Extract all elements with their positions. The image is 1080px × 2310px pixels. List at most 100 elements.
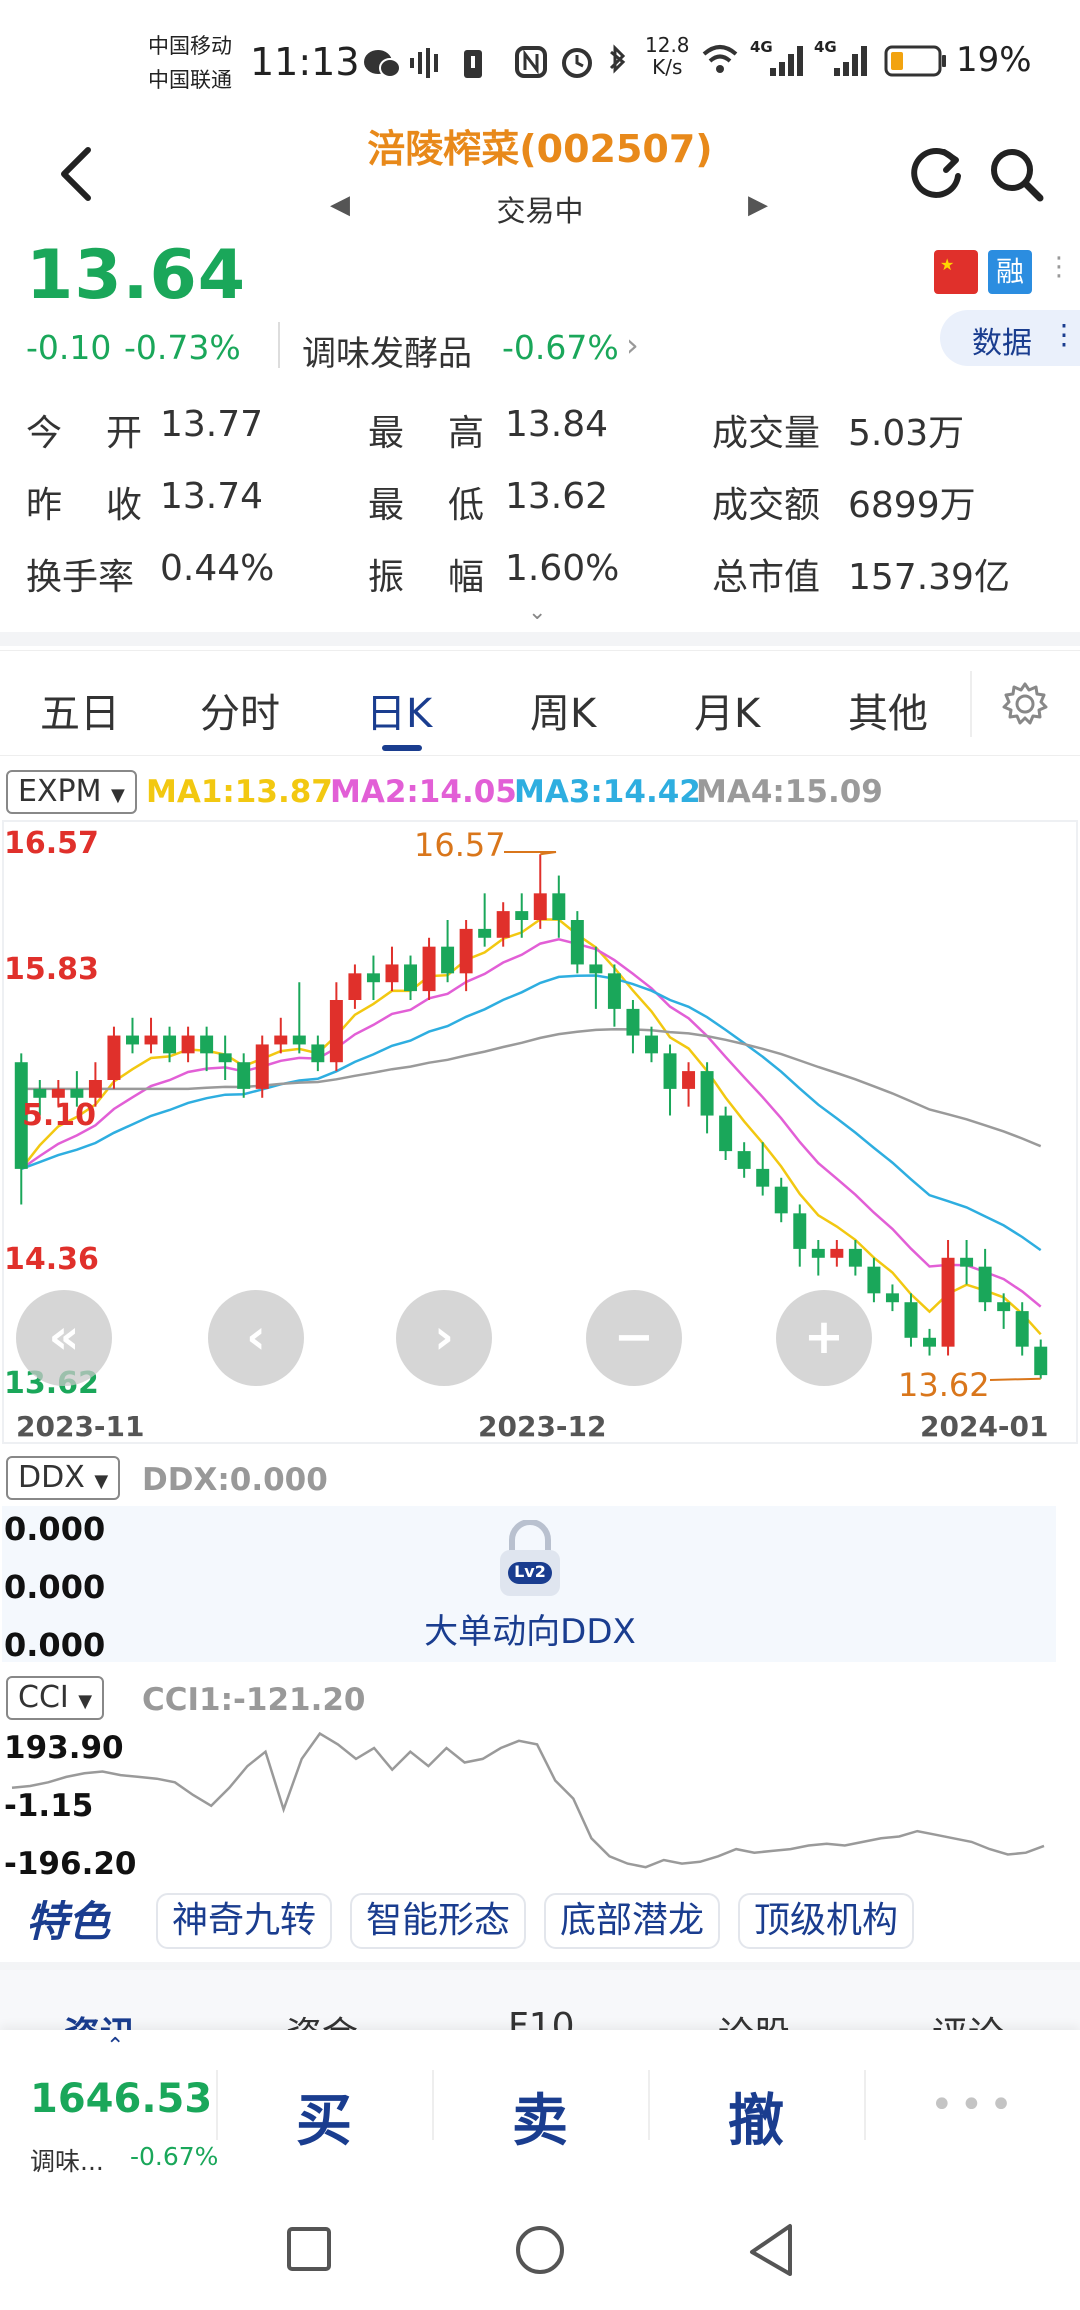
- cci-y-label-mid: -1.15: [4, 1788, 94, 1824]
- sell-button[interactable]: 卖: [512, 2076, 568, 2157]
- candle-body: [237, 1062, 251, 1089]
- candle-body: [607, 973, 621, 1009]
- feature-top-institution[interactable]: 顶级机构: [738, 1893, 915, 1949]
- current-price: 13.64: [26, 236, 247, 315]
- candle-body: [663, 1053, 677, 1089]
- ddx-locked-text[interactable]: 大单动向DDX: [0, 1604, 1060, 1653]
- candle-body: [793, 1213, 807, 1249]
- candle-body: [700, 1071, 714, 1116]
- x-axis-label-3: 2024-01: [920, 1410, 1049, 1443]
- cancel-order-button[interactable]: 撤: [728, 2076, 784, 2157]
- tab-daily-k[interactable]: 日K: [366, 681, 432, 739]
- candlestick-chart[interactable]: [0, 820, 1080, 1444]
- candle-body: [997, 1302, 1011, 1312]
- candle-body: [163, 1035, 177, 1054]
- settings-gear-icon[interactable]: [1002, 681, 1048, 727]
- scroll-right-button[interactable]: ›: [396, 1290, 492, 1386]
- candle-body: [478, 928, 492, 938]
- ma2-line: [20, 938, 1042, 1308]
- next-stock-arrow-icon[interactable]: ▶: [748, 190, 768, 220]
- home-icon[interactable]: [514, 2224, 566, 2276]
- candle-body: [811, 1248, 825, 1258]
- index-change-pct: -0.67%: [130, 2142, 219, 2171]
- stat-value: 13.74: [160, 476, 264, 517]
- stat-label: 最高: [368, 413, 529, 454]
- stat-label: 成交额: [712, 485, 821, 526]
- sector-name[interactable]: 调味发酵品: [302, 326, 472, 375]
- candle-body: [218, 1053, 232, 1063]
- tab-comments[interactable]: 评论: [932, 2006, 1004, 2030]
- stat-label: 最低: [368, 485, 529, 526]
- tab-monthly-k[interactable]: 月K: [694, 681, 760, 739]
- ddx-value: DDX:0.000: [142, 1462, 328, 1498]
- main-indicator-select[interactable]: EXPM ▼: [6, 770, 137, 814]
- candle-body: [125, 1035, 139, 1045]
- candle-body: [644, 1035, 658, 1054]
- search-icon[interactable]: [988, 146, 1046, 204]
- lock-level-badge: Lv2: [514, 1562, 546, 1581]
- tab-intraday[interactable]: 分时: [200, 681, 280, 739]
- stat-value: 5.03万: [848, 413, 965, 454]
- data-button[interactable]: 数据 ⋮: [940, 310, 1080, 366]
- index-name: 调味...: [30, 2147, 104, 2176]
- expand-chevron-icon[interactable]: ⌄: [528, 600, 546, 625]
- carrier-1: 中国移动: [148, 34, 232, 58]
- candle-body: [441, 946, 455, 974]
- scroll-left-button[interactable]: ‹: [208, 1290, 304, 1386]
- candle-body: [570, 920, 584, 965]
- tab-other[interactable]: 其他: [848, 681, 928, 739]
- zoom-in-button[interactable]: +: [776, 1290, 872, 1386]
- candle-body: [459, 928, 473, 974]
- feature-smart-pattern[interactable]: 智能形态: [350, 1893, 527, 1949]
- candle-body: [774, 1186, 788, 1214]
- candle-body: [533, 893, 547, 920]
- feature-bottom-dragon[interactable]: 底部潜龙: [544, 1893, 721, 1949]
- tab-discussion[interactable]: 论股: [718, 2006, 790, 2030]
- stat-value: 13.77: [160, 404, 264, 445]
- stat-value: 1.60%: [505, 548, 620, 589]
- fast-rewind-button[interactable]: «: [16, 1290, 112, 1386]
- candle-body: [830, 1248, 844, 1258]
- high-marker-leader: [504, 851, 557, 856]
- refresh-icon[interactable]: [908, 146, 964, 202]
- more-horizontal-icon[interactable]: •••: [930, 2082, 1019, 2128]
- candle-body: [515, 911, 529, 920]
- y-axis-label-top: 16.57: [4, 826, 99, 861]
- tab-five-day[interactable]: 五日: [40, 681, 120, 739]
- zoom-out-button[interactable]: −: [586, 1290, 682, 1386]
- tab-funds[interactable]: 资金: [286, 2006, 358, 2030]
- candle-body: [904, 1302, 918, 1338]
- ddx-indicator-select[interactable]: DDX ▼: [6, 1456, 121, 1500]
- ma3-line: [20, 974, 1042, 1252]
- sector-change-pct: -0.67%: [502, 328, 619, 367]
- notification-icons: [364, 48, 482, 78]
- more-vertical-icon[interactable]: ⋮: [1046, 252, 1072, 282]
- active-tab-indicator: [382, 745, 422, 751]
- y-axis-label-3: 5.10: [22, 1098, 97, 1133]
- stat-value: 13.62: [505, 476, 609, 517]
- chevron-right-icon[interactable]: ›: [626, 326, 639, 364]
- margin-badge: 融: [988, 250, 1032, 294]
- tab-news[interactable]: 资讯: [64, 2006, 136, 2030]
- feature-magic-nine[interactable]: 神奇九转: [156, 1893, 333, 1949]
- net-speed: 12.8 K/s: [645, 33, 690, 79]
- candle-body: [404, 964, 418, 992]
- svg-text:★: ★: [940, 255, 954, 274]
- buy-button[interactable]: 买: [296, 2076, 352, 2157]
- candle-body: [737, 1151, 751, 1169]
- lock-icon: [500, 1520, 560, 1596]
- tab-weekly-k[interactable]: 周K: [530, 681, 596, 739]
- stat-label: 总市值: [712, 557, 821, 598]
- candle-body: [107, 1035, 121, 1080]
- candle-body: [867, 1266, 881, 1294]
- recent-apps-icon[interactable]: [286, 2226, 332, 2272]
- index-value[interactable]: 1646.53: [30, 2076, 212, 2122]
- cci-chart[interactable]: [0, 1722, 1080, 1886]
- chevron-up-icon[interactable]: ⌃: [106, 2034, 124, 2059]
- back-nav-icon[interactable]: [746, 2222, 796, 2278]
- candle-body: [292, 1035, 306, 1045]
- ma4-value: MA4:15.09: [696, 774, 883, 810]
- low-marker-leader: [989, 1377, 1041, 1381]
- cci-indicator-select[interactable]: CCI ▼: [6, 1676, 105, 1720]
- tab-f10[interactable]: F10: [508, 2006, 575, 2030]
